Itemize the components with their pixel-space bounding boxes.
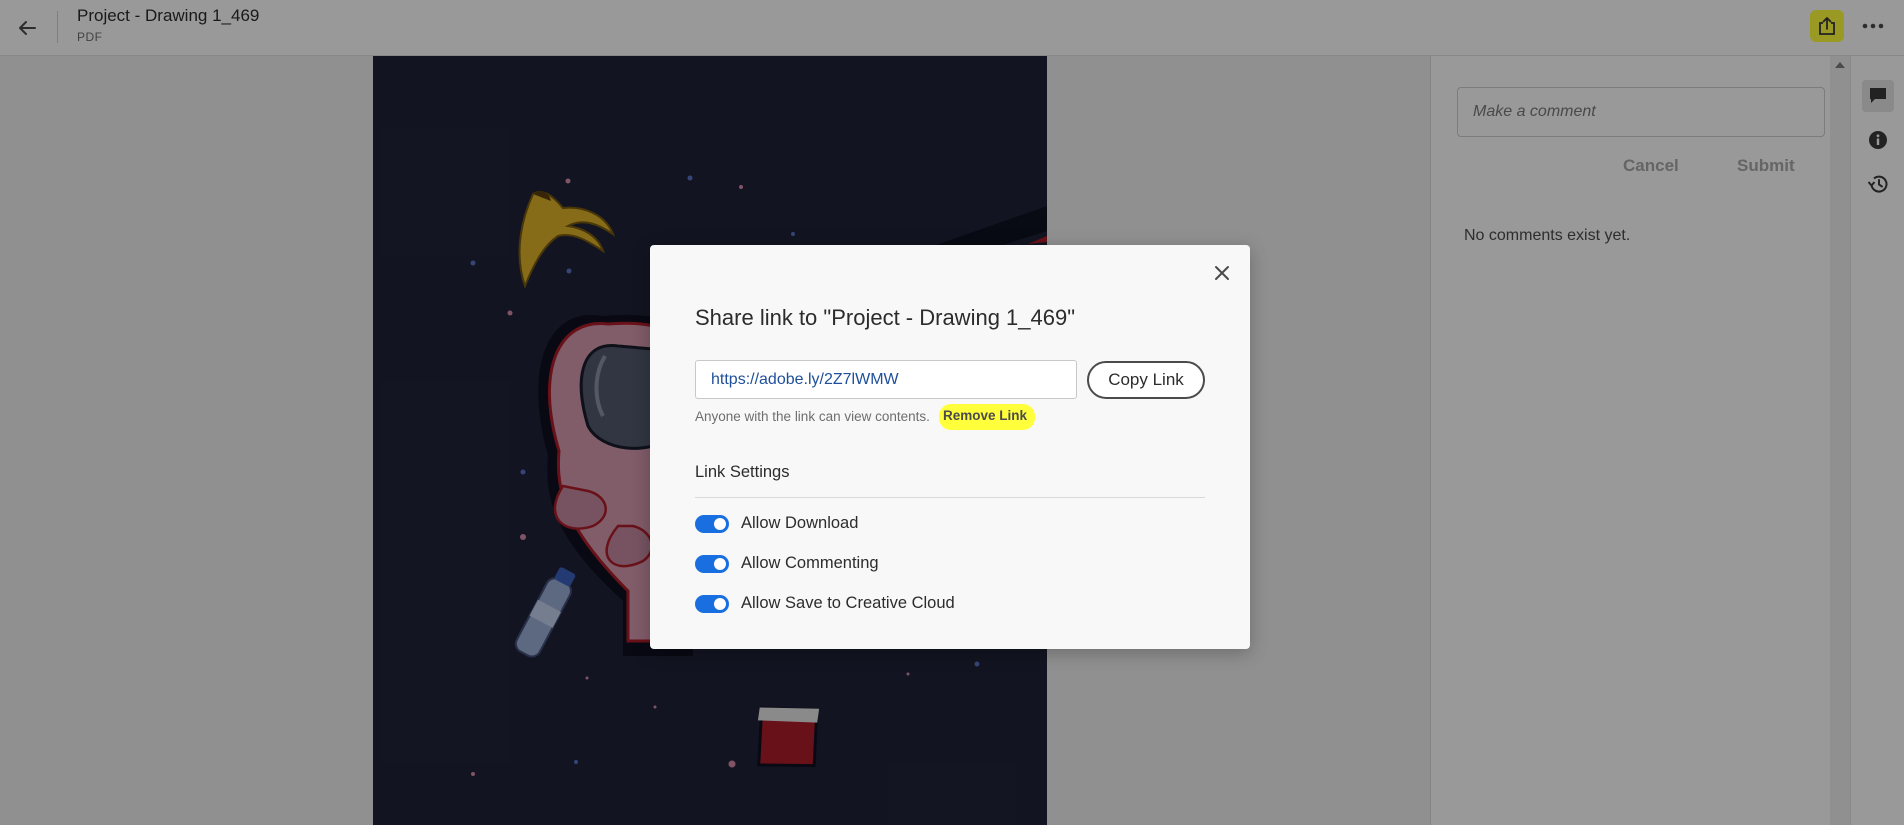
copy-link-button[interactable]: Copy Link [1087, 361, 1205, 399]
remove-link-button[interactable]: Remove Link [939, 404, 1036, 430]
dialog-title: Share link to "Project - Drawing 1_469" [695, 305, 1076, 330]
link-settings-heading: Link Settings [695, 463, 790, 481]
setting-label: Allow Save to Creative Cloud [741, 594, 955, 612]
setting-row-commenting: Allow Commenting [695, 554, 879, 573]
setting-label: Allow Commenting [741, 554, 879, 572]
link-permission-note: Anyone with the link can view contents. [695, 409, 930, 424]
close-icon [1215, 266, 1229, 280]
settings-divider [695, 497, 1205, 498]
share-link-field[interactable] [695, 360, 1077, 399]
setting-row-download: Allow Download [695, 514, 858, 533]
allow-commenting-toggle[interactable] [695, 554, 729, 573]
allow-save-to-cloud-toggle[interactable] [695, 594, 729, 613]
close-dialog-button[interactable] [1208, 259, 1236, 287]
setting-row-save-cloud: Allow Save to Creative Cloud [695, 594, 955, 613]
share-link-dialog: Share link to "Project - Drawing 1_469" … [650, 245, 1250, 649]
setting-label: Allow Download [741, 514, 859, 532]
allow-download-toggle[interactable] [695, 514, 729, 533]
